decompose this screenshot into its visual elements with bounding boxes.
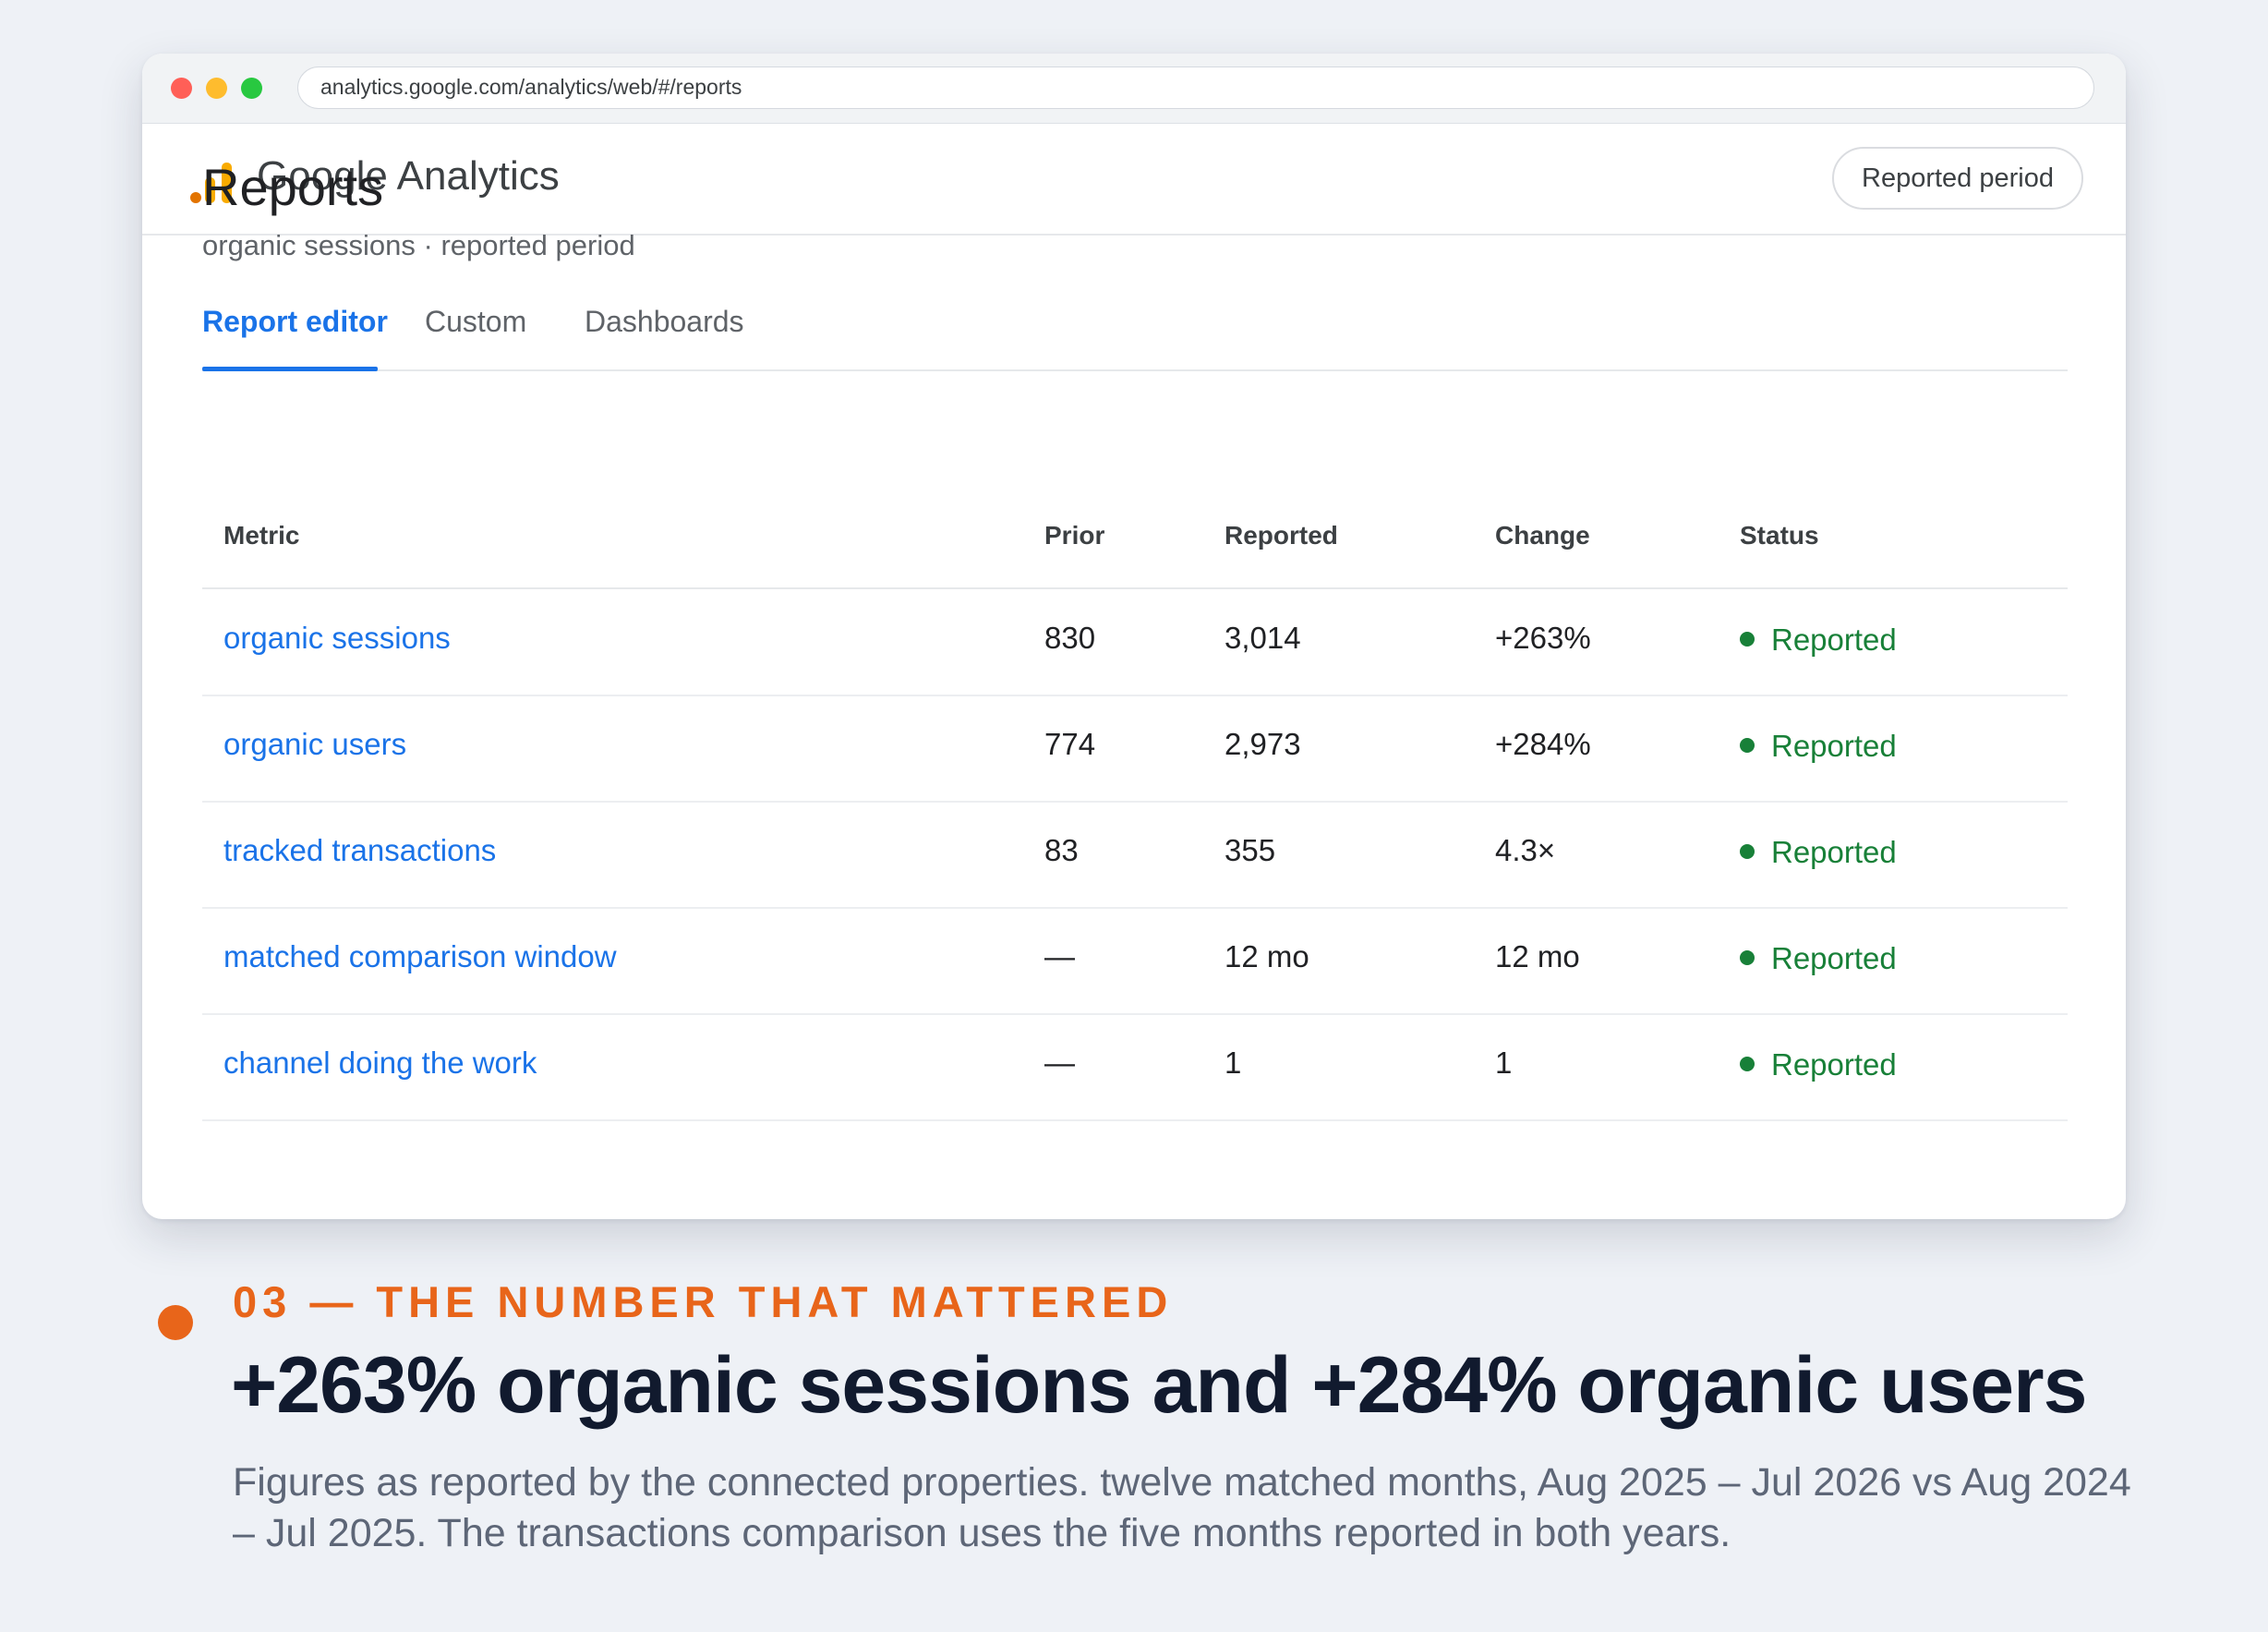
status-dot-icon bbox=[1740, 738, 1755, 753]
prior-value: 774 bbox=[1044, 727, 1096, 761]
page-title: Reports bbox=[202, 158, 384, 216]
tab-custom[interactable]: Custom bbox=[425, 305, 526, 339]
reported-value: 355 bbox=[1224, 833, 1276, 867]
caption-eyebrow: 03 — THE NUMBER THAT MATTERED bbox=[233, 1277, 1174, 1326]
prior-value: 830 bbox=[1044, 621, 1096, 655]
change-value: +284% bbox=[1495, 727, 1591, 761]
metric-link[interactable]: channel doing the work bbox=[223, 1046, 537, 1081]
window-close-icon[interactable] bbox=[171, 78, 192, 99]
status-badge: Reported bbox=[1740, 941, 1897, 976]
reported-value: 1 bbox=[1224, 1046, 1242, 1080]
table-header: Metric Prior Reported Change Status bbox=[202, 478, 2068, 589]
change-value: 12 mo bbox=[1495, 939, 1580, 973]
status-label: Reported bbox=[1771, 1047, 1897, 1082]
column-header-prior[interactable]: Prior bbox=[1044, 521, 1104, 550]
change-value: 4.3× bbox=[1495, 833, 1556, 867]
prior-value: — bbox=[1044, 1046, 1075, 1080]
caption-bullet-icon bbox=[158, 1305, 193, 1340]
status-badge: Reported bbox=[1740, 623, 1897, 658]
window-maximize-icon[interactable] bbox=[241, 78, 262, 99]
active-tab-indicator bbox=[202, 367, 378, 371]
column-header-status[interactable]: Status bbox=[1740, 521, 1819, 550]
metric-link[interactable]: organic users bbox=[223, 727, 406, 762]
status-badge: Reported bbox=[1740, 1047, 1897, 1082]
column-header-change[interactable]: Change bbox=[1495, 521, 1590, 550]
tab-report-editor[interactable]: Report editor bbox=[202, 305, 388, 339]
reported-value: 12 mo bbox=[1224, 939, 1309, 973]
status-dot-icon bbox=[1740, 632, 1755, 647]
status-label: Reported bbox=[1771, 623, 1897, 657]
table-row[interactable]: organic users 774 2,973 +284% Reported bbox=[202, 695, 2068, 803]
metric-link[interactable]: organic sessions bbox=[223, 621, 451, 656]
caption-body: Figures as reported by the connected pro… bbox=[233, 1460, 2131, 1555]
prior-value: 83 bbox=[1044, 833, 1079, 867]
column-header-reported[interactable]: Reported bbox=[1224, 521, 1338, 550]
page-subtitle: organic sessions · reported period bbox=[202, 229, 635, 261]
reported-value: 3,014 bbox=[1224, 621, 1301, 655]
address-bar[interactable]: analytics.google.com/analytics/web/#/rep… bbox=[297, 66, 2094, 109]
app-header: Google Analytics Reported period bbox=[142, 124, 2126, 236]
status-dot-icon bbox=[1740, 950, 1755, 965]
table-row[interactable]: channel doing the work — 1 1 Reported bbox=[202, 1014, 2068, 1121]
tab-bar: Report editor Custom Dashboards bbox=[202, 294, 2068, 371]
status-badge: Reported bbox=[1740, 835, 1897, 870]
browser-titlebar: analytics.google.com/analytics/web/#/rep… bbox=[142, 54, 2126, 124]
table-row[interactable]: matched comparison window — 12 mo 12 mo … bbox=[202, 908, 2068, 1015]
metric-link[interactable]: tracked transactions bbox=[223, 833, 496, 868]
browser-window: analytics.google.com/analytics/web/#/rep… bbox=[142, 54, 2126, 1219]
status-dot-icon bbox=[1740, 844, 1755, 859]
reported-period-button[interactable]: Reported period bbox=[1832, 147, 2083, 210]
tab-dashboards[interactable]: Dashboards bbox=[585, 305, 744, 339]
table-row[interactable]: organic sessions 830 3,014 +263% Reporte… bbox=[202, 589, 2068, 696]
column-header-metric[interactable]: Metric bbox=[223, 521, 299, 550]
status-badge: Reported bbox=[1740, 729, 1897, 764]
reported-value: 2,973 bbox=[1224, 727, 1301, 761]
prior-value: — bbox=[1044, 939, 1075, 973]
status-label: Reported bbox=[1771, 835, 1897, 869]
metric-link[interactable]: matched comparison window bbox=[223, 939, 617, 974]
caption-headline: +263% organic sessions and +284% organic… bbox=[231, 1341, 2087, 1430]
status-dot-icon bbox=[1740, 1057, 1755, 1071]
change-value: 1 bbox=[1495, 1046, 1513, 1080]
window-minimize-icon[interactable] bbox=[206, 78, 227, 99]
table-row[interactable]: tracked transactions 83 355 4.3× Reporte… bbox=[202, 802, 2068, 909]
status-label: Reported bbox=[1771, 729, 1897, 763]
change-value: +263% bbox=[1495, 621, 1591, 655]
status-label: Reported bbox=[1771, 941, 1897, 975]
